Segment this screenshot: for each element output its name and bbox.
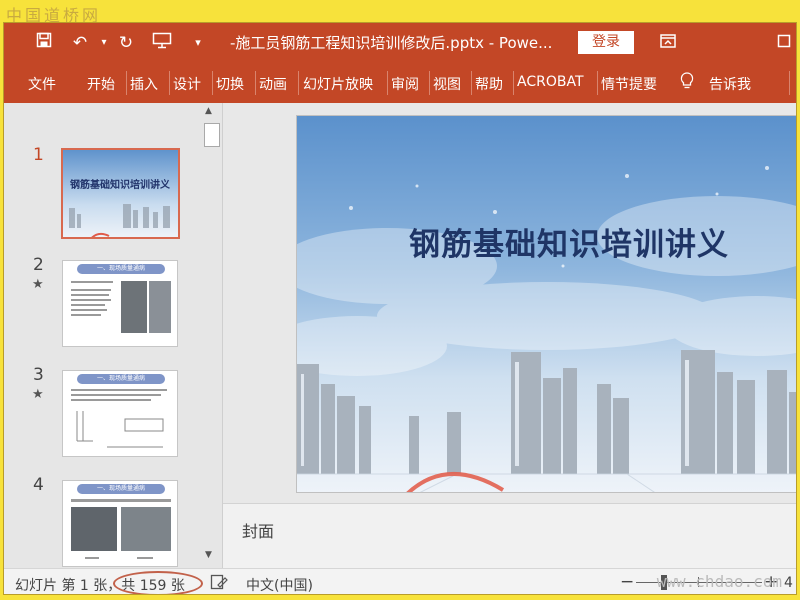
speaker-notes-pane[interactable]: 封面 — [223, 503, 796, 568]
tab-review[interactable]: 审阅 — [391, 74, 419, 94]
scroll-down-arrow-icon[interactable]: ▼ — [205, 550, 212, 560]
zoom-level[interactable]: 4 — [784, 575, 793, 591]
title-bar: ↶ ▾ ↻ ▾ -施工员钢筋工程知识培训修改后.pptx - Powe... 登… — [4, 23, 796, 63]
tab-help[interactable]: 帮助 — [475, 74, 503, 94]
tab-acrobat[interactable]: ACROBAT — [517, 74, 584, 90]
slide-thumbnail-2[interactable]: 一、现场质量通病 — [62, 260, 178, 347]
slide-thumbnail-3[interactable]: 一、现场质量通病 — [62, 370, 178, 457]
present-from-start-icon[interactable] — [150, 31, 174, 55]
tab-separator — [513, 71, 514, 95]
tab-file[interactable]: 文件 — [28, 74, 56, 94]
tab-transitions[interactable]: 切换 — [216, 74, 244, 94]
zoom-out-button[interactable]: − — [620, 572, 634, 592]
save-icon[interactable] — [32, 31, 56, 55]
tab-home[interactable]: 开始 — [87, 74, 115, 94]
thumb-title: 钢筋基础知识培训讲义 — [70, 180, 170, 191]
thumb-content — [71, 499, 171, 559]
notes-text[interactable]: 封面 — [242, 518, 274, 542]
ribbon-display-options-icon[interactable] — [656, 31, 680, 55]
tab-separator — [429, 71, 430, 95]
slide-number: 1 — [33, 145, 44, 165]
ribbon-tab-bar: 文件 开始 插入 设计 切换 动画 幻灯片放映 审阅 视图 帮助 ACROBAT… — [4, 63, 796, 103]
tab-design[interactable]: 设计 — [173, 74, 201, 94]
slide-thumbnail-1[interactable]: 钢筋基础知识培训讲义 — [61, 148, 180, 239]
login-button[interactable]: 登录 — [578, 31, 634, 54]
redo-icon[interactable]: ↻ — [114, 31, 138, 55]
undo-dropdown-icon[interactable]: ▾ — [92, 31, 116, 55]
thumb-background — [63, 150, 178, 237]
tab-separator — [298, 71, 299, 95]
customize-dropdown-icon[interactable]: ▾ — [186, 31, 210, 55]
slide-number: 4 — [33, 475, 44, 495]
animation-star-icon: ★ — [32, 387, 44, 402]
scrollbar-thumb[interactable] — [204, 123, 220, 147]
slide-number: 3 — [33, 365, 44, 385]
tab-separator — [471, 71, 472, 95]
tab-view[interactable]: 视图 — [433, 74, 461, 94]
tab-animations[interactable]: 动画 — [259, 74, 287, 94]
watermark-bottom: www.chdao.com — [656, 572, 782, 591]
scroll-up-arrow-icon[interactable]: ▲ — [205, 106, 212, 116]
tab-separator — [387, 71, 388, 95]
tab-separator — [789, 71, 790, 95]
tab-storyboarding[interactable]: 情节提要 — [601, 74, 657, 94]
slide-thumbnail-panel: 1 钢筋基础知识培训讲义 2 ★ 一、现场质量通病 3 ★ 一、现场质量通病 4… — [4, 103, 202, 568]
tab-separator — [212, 71, 213, 95]
document-title: -施工员钢筋工程知识培训修改后.pptx - Powe... — [230, 34, 553, 52]
main-slide-canvas[interactable]: 钢筋基础知识培训讲义 — [296, 115, 796, 493]
notes-toggle-icon[interactable] — [210, 574, 228, 594]
tab-slideshow[interactable]: 幻灯片放映 — [303, 74, 373, 94]
tab-separator — [597, 71, 598, 95]
tab-separator — [169, 71, 170, 95]
slide-title[interactable]: 钢筋基础知识培训讲义 — [339, 219, 796, 264]
thumbnail-scrollbar[interactable]: ▲ ▼ — [202, 103, 222, 568]
tell-me-search[interactable]: 告诉我 — [709, 74, 751, 94]
undo-icon[interactable]: ↶ — [68, 31, 92, 55]
tab-insert[interactable]: 插入 — [130, 74, 158, 94]
slide-thumbnail-4[interactable]: 一、现场质量通病 — [62, 480, 178, 567]
animation-star-icon: ★ — [32, 277, 44, 292]
slide-number: 2 — [33, 255, 44, 275]
tab-separator — [126, 71, 127, 95]
powerpoint-window: ↶ ▾ ↻ ▾ -施工员钢筋工程知识培训修改后.pptx - Powe... 登… — [3, 22, 797, 595]
language-indicator[interactable]: 中文(中国) — [246, 575, 313, 594]
thumb-content — [71, 281, 171, 333]
tab-separator — [255, 71, 256, 95]
annotation-circle — [113, 571, 203, 594]
slide-editor-pane: 钢筋基础知识培训讲义 封面 — [222, 103, 796, 568]
slide-background-art — [297, 166, 796, 492]
thumb-content — [71, 389, 167, 448]
maximize-icon[interactable] — [772, 31, 796, 55]
lightbulb-icon[interactable] — [680, 72, 694, 94]
